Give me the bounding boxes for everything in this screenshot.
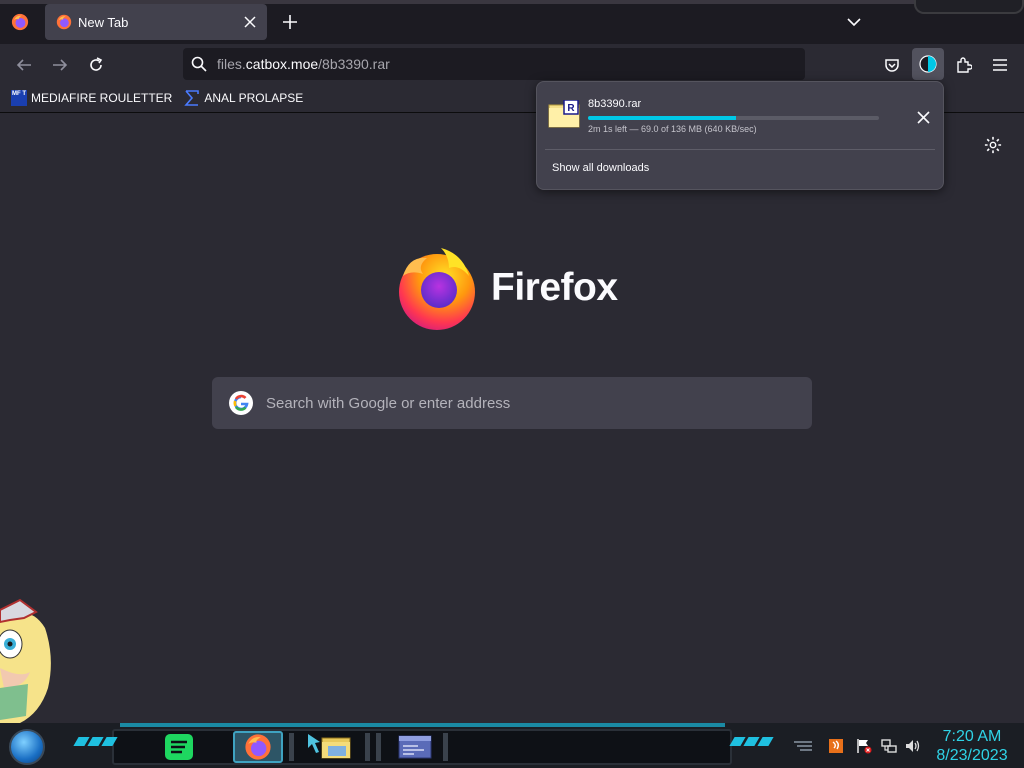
close-icon	[916, 110, 930, 124]
navigation-toolbar: files.catbox.moe/8b3390.rar	[0, 44, 1024, 84]
back-arrow-icon	[16, 59, 31, 71]
taskbar-file-explorer-button[interactable]	[305, 731, 355, 763]
search-icon	[191, 56, 207, 72]
google-icon	[229, 391, 253, 415]
url-text[interactable]: files.catbox.moe/8b3390.rar	[217, 56, 390, 72]
tray-volume-button[interactable]	[904, 737, 922, 755]
bookmark-label: MEDIAFIRE ROULETTER	[31, 91, 173, 105]
taskbar-separator	[289, 733, 294, 761]
bookmark-mediafire-rouletter[interactable]: MF T MEDIAFIRE ROULETTER	[11, 90, 172, 106]
plus-icon	[283, 15, 297, 29]
newtab-search-box[interactable]: Search with Google or enter address	[212, 377, 812, 429]
taskbar-decoration-right	[729, 737, 774, 746]
url-path: /8b3390.rar	[318, 56, 390, 72]
bookmark-anal-prolapse[interactable]: ANAL PROLAPSE	[184, 90, 303, 106]
clock-time: 7:20 AM	[942, 728, 1002, 745]
pocket-button[interactable]	[879, 52, 905, 78]
panel-divider	[545, 149, 935, 150]
tab-title: New Tab	[78, 14, 129, 30]
show-hidden-icons-button[interactable]	[794, 737, 812, 755]
flag-alert-icon	[857, 739, 872, 754]
firefox-wordmark: Firefox	[491, 266, 618, 309]
tray-java-button[interactable]	[827, 737, 845, 755]
app-menu-button[interactable]	[987, 52, 1013, 78]
forward-arrow-icon	[53, 59, 68, 71]
puzzle-icon	[957, 57, 972, 73]
pocket-icon	[885, 59, 899, 72]
rar-badge: R	[567, 103, 575, 114]
clock-date: 8/23/2023	[936, 747, 1008, 764]
extensions-button[interactable]	[951, 52, 977, 78]
firefox-tab-icon	[56, 14, 72, 30]
back-button[interactable]	[11, 52, 37, 78]
java-icon	[829, 739, 843, 753]
close-tab-icon[interactable]	[241, 13, 259, 31]
taskbar-separator	[376, 733, 381, 761]
tray-lines-icon	[794, 741, 812, 751]
download-progress-bar	[588, 116, 879, 120]
url-host-prefix: files.	[217, 56, 246, 72]
taskbar-spotify-button[interactable]	[154, 731, 204, 763]
window-decoration	[914, 0, 1024, 14]
download-status: 2m 1s left — 69.0 of 136 MB (640 KB/sec)	[588, 124, 757, 134]
chevron-down-icon	[847, 18, 861, 27]
reload-icon	[90, 57, 103, 71]
spotify-icon	[165, 734, 193, 760]
download-progress-icon	[919, 55, 937, 73]
download-item[interactable]: R 8b3390.rar 2m 1s left — 69.0 of 136 MB…	[545, 90, 935, 148]
downloads-panel: R 8b3390.rar 2m 1s left — 69.0 of 136 MB…	[536, 81, 944, 190]
taskbar-firefox-button[interactable]	[233, 731, 283, 763]
download-progress-fill	[588, 116, 736, 120]
tab-new-tab[interactable]: New Tab	[45, 4, 267, 40]
mediafire-icon: MF T	[11, 90, 27, 106]
speaker-icon	[906, 740, 920, 752]
newtab-settings-button[interactable]	[982, 134, 1004, 156]
firefox-icon	[245, 734, 271, 760]
forward-button[interactable]	[47, 52, 73, 78]
bookmark-label: ANAL PROLAPSE	[204, 91, 304, 105]
search-placeholder: Search with Google or enter address	[266, 394, 511, 412]
tray-network-button[interactable]	[880, 737, 898, 755]
rar-file-icon: R	[548, 100, 580, 128]
firefox-menu-icon[interactable]	[11, 13, 29, 31]
downloads-button[interactable]	[912, 48, 944, 80]
taskbar-separator	[365, 733, 370, 761]
url-bar[interactable]: files.catbox.moe/8b3390.rar	[183, 48, 805, 80]
file-explorer-icon	[308, 734, 351, 759]
taskbar-separator	[443, 733, 448, 761]
show-all-downloads-button[interactable]: Show all downloads	[552, 162, 649, 174]
taskbar-glow	[120, 723, 725, 727]
cancel-download-button[interactable]	[913, 107, 933, 127]
gear-icon	[984, 136, 1002, 154]
taskbar-decoration-left	[73, 737, 118, 746]
taskbar-window-button[interactable]	[390, 731, 440, 763]
firefox-logo-icon	[399, 248, 475, 330]
system-clock[interactable]: 7:20 AM 8/23/2023	[930, 727, 1014, 765]
reload-button[interactable]	[83, 52, 109, 78]
tray-action-center-button[interactable]	[855, 737, 873, 755]
list-all-tabs-button[interactable]	[843, 11, 865, 33]
url-host: catbox.moe	[245, 56, 319, 72]
new-tab-button[interactable]	[279, 11, 301, 33]
start-button[interactable]	[9, 729, 45, 765]
window-manager-icon	[398, 735, 432, 759]
download-file-name: 8b3390.rar	[588, 98, 642, 110]
hamburger-menu-icon	[993, 59, 1007, 71]
desktop-mascot-image	[0, 598, 51, 726]
network-icon	[881, 739, 897, 753]
sigma-icon	[184, 90, 200, 106]
